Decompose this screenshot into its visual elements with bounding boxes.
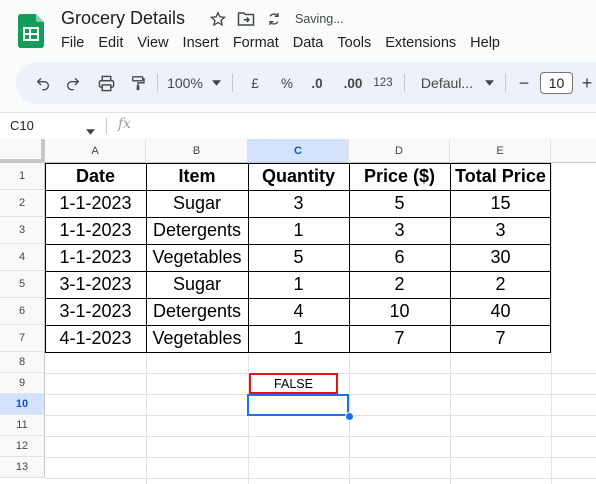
table-cell[interactable]: 7: [450, 325, 551, 352]
table-cell[interactable]: 1: [248, 325, 349, 352]
row-header[interactable]: 10: [0, 394, 45, 415]
menu-file[interactable]: File: [61, 35, 84, 51]
font-size-input[interactable]: 10: [540, 72, 573, 94]
row-header[interactable]: 13: [0, 457, 45, 478]
redo-icon[interactable]: [62, 62, 84, 104]
row-header[interactable]: 6: [0, 298, 45, 325]
table-cell[interactable]: 6: [349, 244, 450, 271]
header-cell-date[interactable]: Date: [45, 163, 146, 190]
menu-extensions[interactable]: Extensions: [385, 35, 456, 51]
row-header[interactable]: 4: [0, 244, 45, 271]
table-cell[interactable]: 3: [349, 217, 450, 244]
header-cell-price[interactable]: Price ($): [349, 163, 450, 190]
table-cell[interactable]: 5: [248, 244, 349, 271]
table-cell[interactable]: 40: [450, 298, 551, 325]
formula-bar: C10 fx: [0, 112, 596, 140]
print-icon[interactable]: [95, 62, 117, 104]
menu-data[interactable]: Data: [293, 35, 324, 51]
row-header[interactable]: 2: [0, 190, 45, 217]
save-status: Saving...: [295, 12, 344, 26]
table-cell[interactable]: 4: [248, 298, 349, 325]
decrease-decimal-button[interactable]: .0: [306, 62, 328, 104]
row-header[interactable]: 9: [0, 373, 45, 394]
table-cell[interactable]: 3-1-2023: [45, 298, 146, 325]
star-icon[interactable]: [209, 10, 227, 28]
table-cell[interactable]: 15: [450, 190, 551, 217]
table-cell[interactable]: 2: [450, 271, 551, 298]
spreadsheet-grid[interactable]: A B C D E 1 2 3 4 5 6 7 8 9 10 11 12 13 …: [0, 139, 596, 484]
increase-decimal-button[interactable]: .00: [340, 62, 366, 104]
chevron-down-icon[interactable]: [86, 122, 95, 140]
row-header[interactable]: 7: [0, 325, 45, 352]
column-header-e[interactable]: E: [450, 139, 551, 163]
menu-insert[interactable]: Insert: [183, 35, 219, 51]
table-cell[interactable]: Sugar: [146, 190, 248, 217]
undo-icon[interactable]: [32, 62, 54, 104]
table-cell[interactable]: 1-1-2023: [45, 217, 146, 244]
currency-format-button[interactable]: £: [245, 62, 265, 104]
table-cell[interactable]: 2: [349, 271, 450, 298]
row-header[interactable]: 5: [0, 271, 45, 298]
table-cell[interactable]: 10: [349, 298, 450, 325]
table-cell[interactable]: 3: [450, 217, 551, 244]
chevron-down-icon[interactable]: [482, 62, 496, 104]
increase-font-size-button[interactable]: +: [578, 62, 596, 104]
column-header-a[interactable]: A: [45, 139, 146, 163]
table-cell[interactable]: Vegetables: [146, 244, 248, 271]
table-cell[interactable]: 1: [248, 271, 349, 298]
menu-edit[interactable]: Edit: [98, 35, 123, 51]
table-cell[interactable]: 1-1-2023: [45, 244, 146, 271]
table-cell[interactable]: 5: [349, 190, 450, 217]
header-cell-item[interactable]: Item: [146, 163, 248, 190]
table-cell[interactable]: 1: [248, 217, 349, 244]
table-cell[interactable]: 3-1-2023: [45, 271, 146, 298]
column-header-c[interactable]: C: [248, 139, 349, 163]
menu-format[interactable]: Format: [233, 35, 279, 51]
sheets-logo-icon[interactable]: [18, 14, 44, 48]
table-cell[interactable]: Detergents: [146, 298, 248, 325]
increase-decimal-label: .00: [343, 75, 363, 91]
decrease-decimal-label: .0: [311, 75, 323, 91]
column-header-b[interactable]: B: [146, 139, 248, 163]
header-cell-total-price[interactable]: Total Price: [450, 163, 551, 190]
table-cell[interactable]: 3: [248, 190, 349, 217]
table-cell[interactable]: 4-1-2023: [45, 325, 146, 352]
result-cell-c9[interactable]: FALSE: [249, 373, 338, 394]
select-all-corner[interactable]: [0, 139, 45, 163]
document-title[interactable]: Grocery Details: [61, 8, 185, 29]
zoom-select[interactable]: 100%: [162, 62, 208, 104]
name-box[interactable]: C10: [10, 113, 34, 139]
table-cell[interactable]: Detergents: [146, 217, 248, 244]
row-header[interactable]: 1: [0, 163, 45, 190]
sync-icon: [265, 10, 283, 28]
menu-view[interactable]: View: [137, 35, 168, 51]
table-cell[interactable]: 7: [349, 325, 450, 352]
row-header[interactable]: 8: [0, 352, 45, 373]
row-header[interactable]: 12: [0, 436, 45, 457]
header-cell-quantity[interactable]: Quantity: [248, 163, 349, 190]
menu-tools[interactable]: Tools: [337, 35, 371, 51]
toolbar: 100% £ % .0 .00 123 Defaul... − +: [16, 62, 596, 104]
decrease-font-size-button[interactable]: −: [515, 62, 533, 104]
table-cell[interactable]: Vegetables: [146, 325, 248, 352]
row-header[interactable]: 11: [0, 415, 45, 436]
fill-handle[interactable]: [345, 412, 354, 421]
move-to-folder-icon[interactable]: [237, 10, 255, 28]
menu-help[interactable]: Help: [470, 35, 500, 51]
active-cell-c10[interactable]: [247, 394, 349, 416]
number-format-button[interactable]: 123: [371, 62, 395, 104]
title-bar: Grocery Details Saving... File Edit View…: [0, 0, 596, 62]
column-header-d[interactable]: D: [349, 139, 450, 163]
table-cell[interactable]: Sugar: [146, 271, 248, 298]
table-cell[interactable]: 1-1-2023: [45, 190, 146, 217]
function-icon: fx: [118, 116, 132, 132]
font-family-select[interactable]: Defaul...: [415, 62, 479, 104]
table-cell[interactable]: 30: [450, 244, 551, 271]
chevron-down-icon[interactable]: [210, 62, 222, 104]
paint-format-icon[interactable]: [127, 62, 149, 104]
column-header-f[interactable]: [551, 139, 596, 163]
menu-bar: File Edit View Insert Format Data Tools …: [61, 35, 514, 51]
row-header[interactable]: 3: [0, 217, 45, 244]
percent-format-button[interactable]: %: [277, 62, 297, 104]
